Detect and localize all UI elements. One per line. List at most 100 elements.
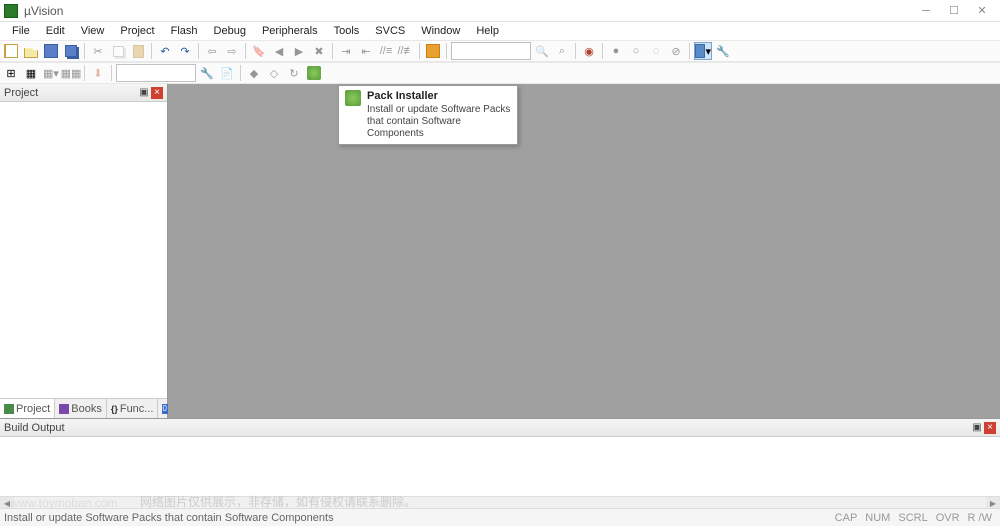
pack-installer-button[interactable]	[305, 64, 323, 82]
statusbar: Install or update Software Packs that co…	[0, 508, 1000, 526]
window-toggle-button[interactable]: ▾	[694, 42, 712, 60]
breakpoint-disable-button[interactable]: ◌	[647, 42, 665, 60]
project-pane: Project ▣ × Project Books {}Func... 0Tem…	[0, 84, 168, 418]
bookmark-clear-button[interactable]: ✖	[310, 42, 328, 60]
outdent-button[interactable]: ⇤	[357, 42, 375, 60]
tab-books[interactable]: Books	[55, 399, 107, 418]
bookmark-prev-button[interactable]: ◀	[270, 42, 288, 60]
build-output-scrollbar[interactable]: ◀ ▶	[0, 496, 1000, 508]
configure-button[interactable]: 🔧	[714, 42, 732, 60]
minimize-button[interactable]: ─	[912, 2, 940, 20]
bookmark-button[interactable]: 🔖	[250, 42, 268, 60]
reload-pack-button[interactable]: ↻	[285, 64, 303, 82]
find-combo[interactable]	[451, 42, 531, 60]
find-button[interactable]	[424, 42, 442, 60]
incremental-find-button[interactable]: ⌕	[553, 42, 571, 60]
undo-button[interactable]: ↶	[156, 42, 174, 60]
titlebar: µVision ─ ☐ ✕	[0, 0, 1000, 22]
menu-debug[interactable]: Debug	[206, 23, 254, 39]
download-button[interactable]: ⬇	[89, 64, 107, 82]
toolbar-main: ✂ ↶ ↷ ⇦ ⇨ 🔖 ◀ ▶ ✖ ⇥ ⇤ //≡ //≢ 🔍 ⌕ ◉ ● ○ …	[0, 40, 1000, 62]
menu-project[interactable]: Project	[112, 23, 162, 39]
separator	[198, 43, 199, 59]
menu-view[interactable]: View	[73, 23, 113, 39]
project-tree[interactable]	[0, 102, 167, 398]
translate-button[interactable]: ⊞	[2, 64, 20, 82]
separator	[111, 65, 112, 81]
pack-installer-tooltip: Pack Installer Install or update Softwar…	[338, 85, 518, 145]
pane-close-button[interactable]: ×	[984, 422, 996, 434]
uncomment-button[interactable]: //≢	[397, 42, 415, 60]
status-cap: CAP	[831, 512, 862, 524]
nav-fwd-button[interactable]: ⇨	[223, 42, 241, 60]
menu-help[interactable]: Help	[468, 23, 507, 39]
menu-file[interactable]: File	[4, 23, 38, 39]
rebuild-button[interactable]: ▦▾	[42, 64, 60, 82]
separator	[446, 43, 447, 59]
status-num: NUM	[861, 512, 894, 524]
separator	[84, 43, 85, 59]
copy-button[interactable]	[109, 42, 127, 60]
project-pane-tabs: Project Books {}Func... 0Temp...	[0, 398, 167, 418]
manage-rte-button[interactable]: ◆	[245, 64, 263, 82]
nav-back-button[interactable]: ⇦	[203, 42, 221, 60]
menu-svcs[interactable]: SVCS	[367, 23, 413, 39]
cut-button[interactable]: ✂	[89, 42, 107, 60]
breakpoint-kill-button[interactable]: ⊘	[667, 42, 685, 60]
project-pane-header: Project ▣ ×	[0, 84, 167, 102]
close-window-button[interactable]: ✕	[968, 2, 996, 20]
tooltip-title: Pack Installer	[367, 90, 511, 102]
file-ext-button[interactable]: 📄	[218, 64, 236, 82]
separator	[84, 65, 85, 81]
app-icon	[4, 4, 18, 18]
breakpoint-button[interactable]: ●	[607, 42, 625, 60]
editor-area: Pack Installer Install or update Softwar…	[168, 84, 1000, 418]
pane-close-button[interactable]: ×	[151, 87, 163, 99]
separator	[689, 43, 690, 59]
menubar: File Edit View Project Flash Debug Perip…	[0, 22, 1000, 40]
build-output-pane: Build Output ▣ × ◀ ▶	[0, 418, 1000, 508]
pack-installer-icon	[345, 90, 361, 106]
menu-edit[interactable]: Edit	[38, 23, 73, 39]
find-in-files-button[interactable]: 🔍	[533, 42, 551, 60]
status-scrl: SCRL	[894, 512, 931, 524]
build-output-body[interactable]	[0, 437, 1000, 496]
debug-button[interactable]: ◉	[580, 42, 598, 60]
select-pack-button[interactable]: ◇	[265, 64, 283, 82]
toolbar-build: ⊞ ▦ ▦▾ ▦▦ ⬇ 🔧 📄 ◆ ◇ ↻	[0, 62, 1000, 84]
batch-build-button[interactable]: ▦▦	[62, 64, 80, 82]
save-all-button[interactable]	[62, 42, 80, 60]
pane-dropdown-button[interactable]: ▣	[137, 86, 151, 100]
save-button[interactable]	[42, 42, 60, 60]
separator	[419, 43, 420, 59]
separator	[602, 43, 603, 59]
status-rw: R /W	[964, 512, 996, 524]
target-combo[interactable]	[116, 64, 196, 82]
workspace: Project ▣ × Project Books {}Func... 0Tem…	[0, 84, 1000, 418]
menu-flash[interactable]: Flash	[163, 23, 206, 39]
menu-window[interactable]: Window	[413, 23, 468, 39]
open-file-button[interactable]	[22, 42, 40, 60]
menu-peripherals[interactable]: Peripherals	[254, 23, 326, 39]
breakpoint-enable-button[interactable]: ○	[627, 42, 645, 60]
target-options-button[interactable]: 🔧	[198, 64, 216, 82]
tab-functions[interactable]: {}Func...	[107, 399, 159, 418]
build-output-title: Build Output	[4, 422, 65, 434]
app-title: µVision	[24, 4, 912, 18]
build-output-header: Build Output ▣ ×	[0, 419, 1000, 437]
maximize-button[interactable]: ☐	[940, 2, 968, 20]
bookmark-next-button[interactable]: ▶	[290, 42, 308, 60]
indent-button[interactable]: ⇥	[337, 42, 355, 60]
project-pane-title: Project	[4, 87, 38, 99]
scroll-track[interactable]	[14, 497, 986, 508]
paste-button[interactable]	[129, 42, 147, 60]
comment-button[interactable]: //≡	[377, 42, 395, 60]
new-file-button[interactable]	[2, 42, 20, 60]
status-ovr: OVR	[932, 512, 964, 524]
separator	[332, 43, 333, 59]
pane-dropdown-button[interactable]: ▣	[970, 421, 984, 435]
redo-button[interactable]: ↷	[176, 42, 194, 60]
build-button[interactable]: ▦	[22, 64, 40, 82]
menu-tools[interactable]: Tools	[326, 23, 368, 39]
tab-project[interactable]: Project	[0, 398, 55, 418]
